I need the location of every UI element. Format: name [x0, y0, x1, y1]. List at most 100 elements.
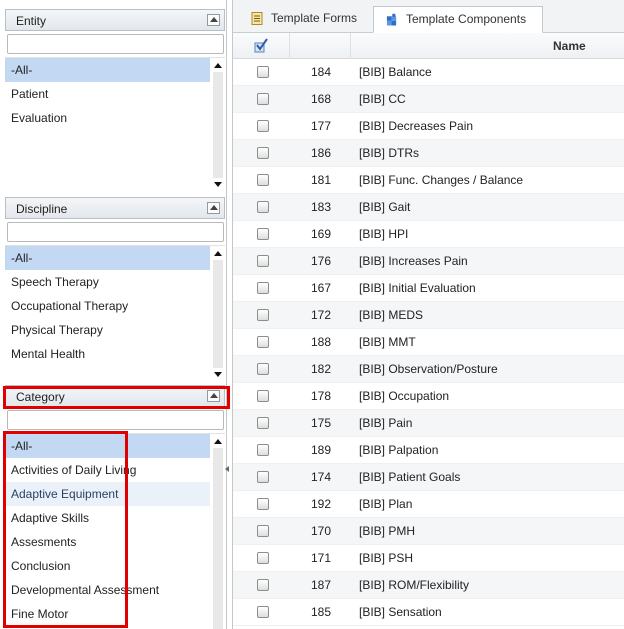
row-name[interactable]: [BIB] PSH — [359, 551, 413, 565]
table-row[interactable]: 168 [BIB] CC — [233, 86, 624, 113]
entity-header[interactable]: Entity — [5, 9, 225, 31]
table-row[interactable]: 185 [BIB] Sensation — [233, 599, 624, 626]
row-checkbox[interactable] — [257, 147, 269, 159]
table-row[interactable]: 174 [BIB] Patient Goals — [233, 464, 624, 491]
scroll-down-icon[interactable] — [214, 372, 222, 377]
list-item[interactable]: Assesments — [5, 530, 210, 554]
collapse-up-icon[interactable] — [207, 14, 220, 26]
row-name[interactable]: [BIB] Increases Pain — [359, 254, 468, 268]
tab-template-forms[interactable]: Template Forms — [239, 6, 363, 33]
table-row[interactable]: 184 [BIB] Balance — [233, 59, 624, 86]
list-item[interactable]: Adaptive Equipment — [5, 482, 210, 506]
row-name[interactable]: [BIB] HPI — [359, 227, 408, 241]
list-item[interactable]: -All- — [5, 434, 210, 458]
row-checkbox[interactable] — [257, 390, 269, 402]
row-name[interactable]: [BIB] Func. Changes / Balance — [359, 173, 523, 187]
row-checkbox[interactable] — [257, 579, 269, 591]
table-row[interactable]: 176 [BIB] Increases Pain — [233, 248, 624, 275]
row-name[interactable]: [BIB] Pain — [359, 416, 412, 430]
discipline-scrollbar[interactable] — [211, 246, 225, 381]
row-checkbox[interactable] — [257, 174, 269, 186]
row-name[interactable]: [BIB] CC — [359, 92, 406, 106]
row-name[interactable]: [BIB] Observation/Posture — [359, 362, 498, 376]
list-item[interactable]: Adaptive Skills — [5, 506, 210, 530]
row-checkbox[interactable] — [257, 417, 269, 429]
table-row[interactable]: 189 [BIB] Palpation — [233, 437, 624, 464]
category-header[interactable]: Category — [5, 385, 225, 407]
id-column-header[interactable] — [290, 33, 351, 59]
scroll-up-icon[interactable] — [214, 439, 222, 444]
row-checkbox[interactable] — [257, 255, 269, 267]
row-checkbox[interactable] — [257, 606, 269, 618]
table-row[interactable]: 187 [BIB] ROM/Flexibility — [233, 572, 624, 599]
row-checkbox[interactable] — [257, 93, 269, 105]
name-column-header[interactable]: Name — [553, 39, 586, 53]
list-item[interactable]: Evaluation — [5, 106, 210, 130]
table-row[interactable]: 170 [BIB] PMH — [233, 518, 624, 545]
table-row[interactable]: 172 [BIB] MEDS — [233, 302, 624, 329]
row-checkbox[interactable] — [257, 282, 269, 294]
row-name[interactable]: [BIB] PMH — [359, 524, 415, 538]
list-item[interactable]: Activities of Daily Living — [5, 458, 210, 482]
row-checkbox[interactable] — [257, 444, 269, 456]
row-name[interactable]: [BIB] MEDS — [359, 308, 423, 322]
table-row[interactable]: 181 [BIB] Func. Changes / Balance — [233, 167, 624, 194]
check-all-icon[interactable] — [254, 38, 269, 53]
list-item[interactable]: Mental Health — [5, 342, 210, 366]
discipline-header[interactable]: Discipline — [5, 197, 225, 219]
list-item[interactable]: -All- — [5, 58, 210, 82]
collapse-left-icon[interactable] — [225, 466, 229, 472]
table-row[interactable]: 169 [BIB] HPI — [233, 221, 624, 248]
list-item[interactable]: Patient — [5, 82, 210, 106]
table-row[interactable]: 177 [BIB] Decreases Pain — [233, 113, 624, 140]
list-item[interactable]: Developmental Assessment — [5, 578, 210, 602]
table-row[interactable]: 178 [BIB] Occupation — [233, 383, 624, 410]
category-scrollbar[interactable] — [211, 434, 225, 629]
table-row[interactable]: 182 [BIB] Observation/Posture — [233, 356, 624, 383]
select-all-column[interactable] — [233, 33, 290, 59]
list-item[interactable]: Fine Motor — [5, 602, 210, 626]
row-name[interactable]: [BIB] Patient Goals — [359, 470, 460, 484]
table-row[interactable]: 167 [BIB] Initial Evaluation — [233, 275, 624, 302]
row-checkbox[interactable] — [257, 120, 269, 132]
scroll-up-icon[interactable] — [214, 63, 222, 68]
row-name[interactable]: [BIB] Palpation — [359, 443, 438, 457]
row-name[interactable]: [BIB] Initial Evaluation — [359, 281, 476, 295]
table-row[interactable]: 171 [BIB] PSH — [233, 545, 624, 572]
row-name[interactable]: [BIB] Balance — [359, 65, 432, 79]
row-checkbox[interactable] — [257, 336, 269, 348]
scrollbar-track[interactable] — [213, 260, 223, 368]
row-name[interactable]: [BIB] ROM/Flexibility — [359, 578, 469, 592]
row-checkbox[interactable] — [257, 201, 269, 213]
collapse-up-icon[interactable] — [207, 202, 220, 214]
list-item[interactable]: -All- — [5, 246, 210, 270]
row-checkbox[interactable] — [257, 498, 269, 510]
discipline-search-input[interactable] — [7, 222, 224, 242]
table-row[interactable]: 192 [BIB] Plan — [233, 491, 624, 518]
entity-search-input[interactable] — [7, 34, 224, 54]
list-item[interactable]: Physical Therapy — [5, 318, 210, 342]
row-name[interactable]: [BIB] Gait — [359, 200, 410, 214]
row-name[interactable]: [BIB] Occupation — [359, 389, 449, 403]
row-checkbox[interactable] — [257, 525, 269, 537]
row-checkbox[interactable] — [257, 471, 269, 483]
row-checkbox[interactable] — [257, 552, 269, 564]
tab-template-components[interactable]: Template Components — [373, 6, 543, 33]
row-name[interactable]: [BIB] Plan — [359, 497, 412, 511]
row-checkbox[interactable] — [257, 309, 269, 321]
scrollbar-track[interactable] — [213, 448, 223, 629]
row-checkbox[interactable] — [257, 66, 269, 78]
list-item[interactable]: Conclusion — [5, 554, 210, 578]
entity-scrollbar[interactable] — [211, 58, 225, 191]
row-name[interactable]: [BIB] Sensation — [359, 605, 442, 619]
list-item[interactable]: Speech Therapy — [5, 270, 210, 294]
row-name[interactable]: [BIB] Decreases Pain — [359, 119, 473, 133]
collapse-up-icon[interactable] — [207, 390, 220, 402]
table-row[interactable]: 188 [BIB] MMT — [233, 329, 624, 356]
row-checkbox[interactable] — [257, 363, 269, 375]
scrollbar-track[interactable] — [213, 72, 223, 178]
category-search-input[interactable] — [7, 410, 224, 430]
table-row[interactable]: 175 [BIB] Pain — [233, 410, 624, 437]
scroll-down-icon[interactable] — [214, 182, 222, 187]
row-checkbox[interactable] — [257, 228, 269, 240]
